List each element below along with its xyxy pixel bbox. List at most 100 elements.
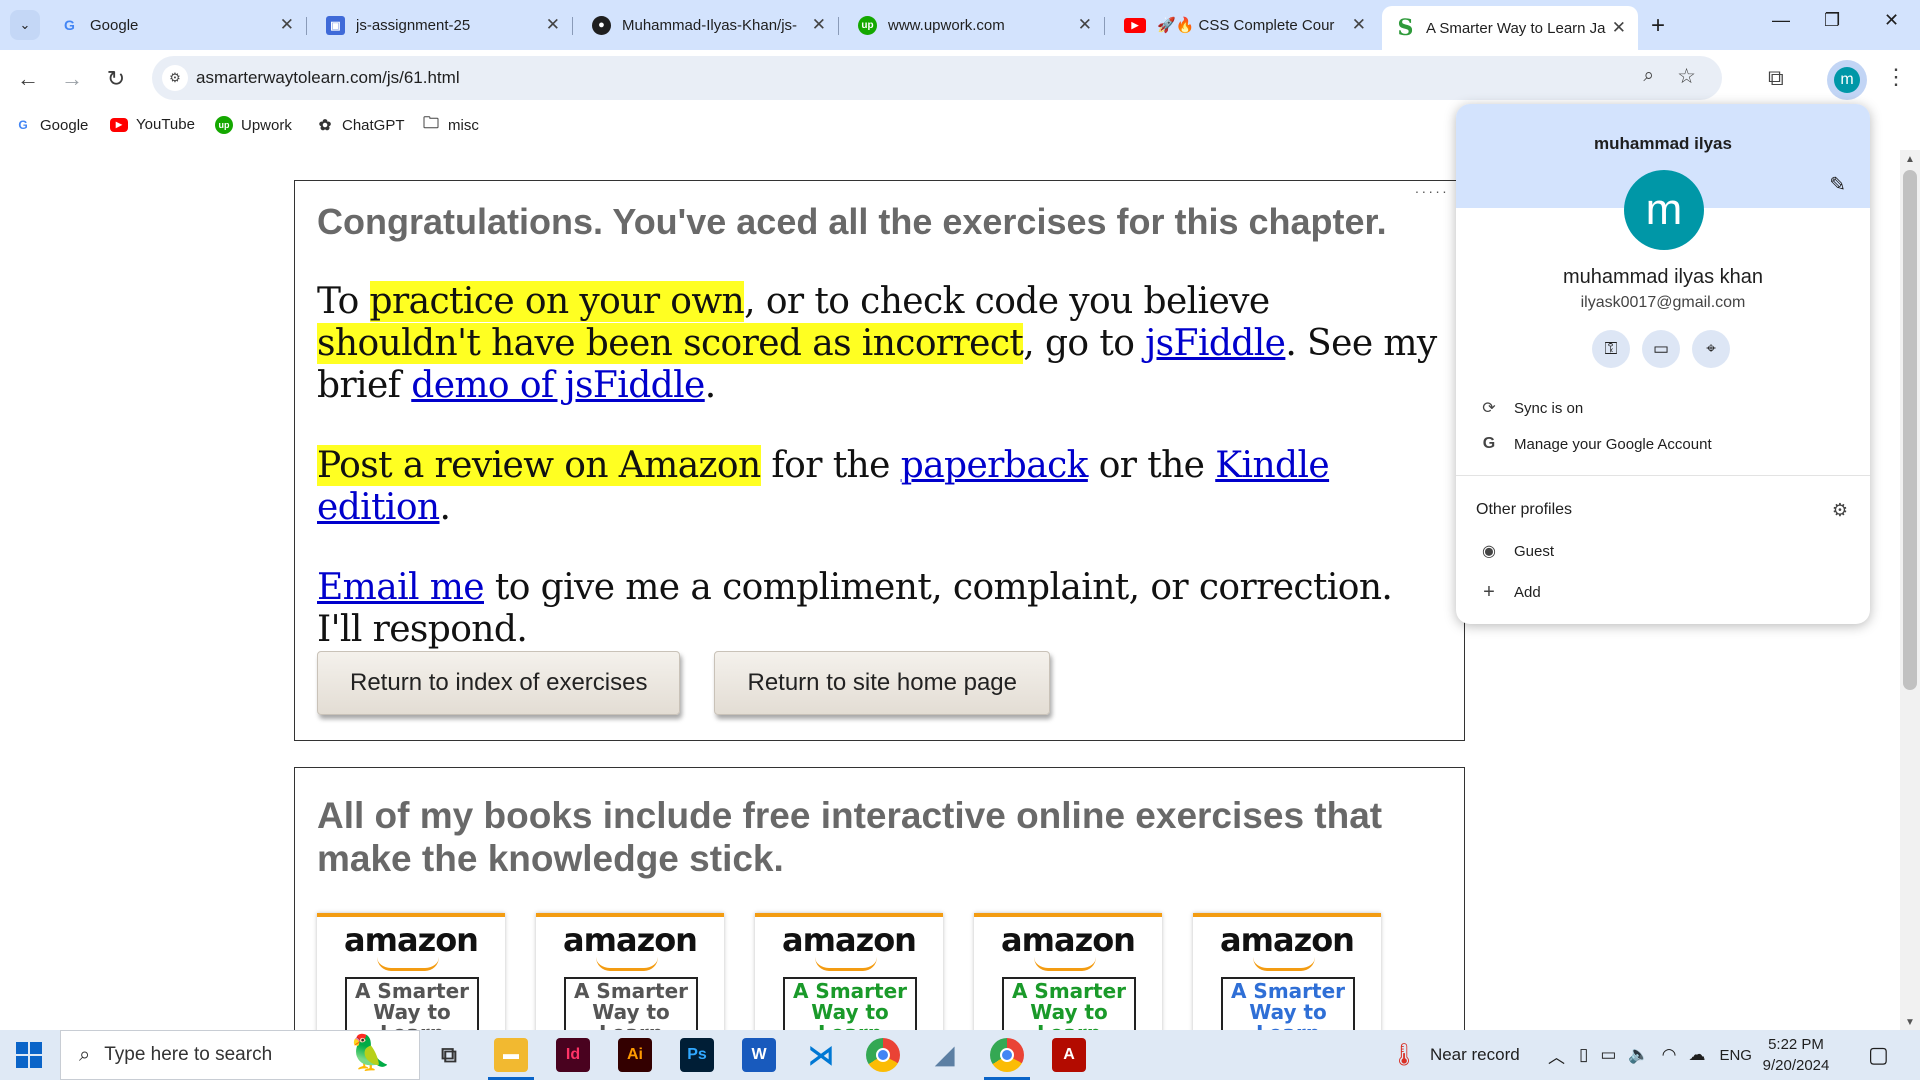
- clock[interactable]: 5:22 PM 9/20/2024: [1752, 1034, 1840, 1076]
- upwork-icon: up: [215, 116, 233, 134]
- book-card[interactable]: amazon A Smarter Way to Learn: [1193, 913, 1381, 1030]
- clock-date: 9/20/2024: [1762, 1057, 1830, 1074]
- sync-status-item[interactable]: ⟳ Sync is on: [1478, 398, 1583, 418]
- notification-icon[interactable]: ▢: [1868, 1030, 1889, 1080]
- taskbar-search[interactable]: ⌕ Type here to search 🦜: [60, 1030, 420, 1080]
- bookmark-folder-misc[interactable]: 🗀 misc: [422, 115, 479, 134]
- manage-account-item[interactable]: G Manage your Google Account: [1478, 435, 1712, 453]
- url-text[interactable]: asmarterwaytolearn.com/js/61.html: [196, 68, 460, 88]
- close-icon[interactable]: ✕: [280, 15, 294, 35]
- site-info-icon[interactable]: ⚙: [162, 65, 188, 91]
- jsfiddle-link[interactable]: jsFiddle: [1145, 323, 1286, 364]
- text: .: [439, 487, 451, 528]
- close-icon[interactable]: ✕: [1612, 18, 1626, 38]
- extensions-icon[interactable]: ⧉: [1768, 65, 1784, 91]
- text: To: [317, 281, 370, 322]
- guest-label: Guest: [1514, 542, 1555, 560]
- file-explorer-icon[interactable]: ▬: [488, 1038, 534, 1080]
- book-cover-title: A Smarter Way to Learn: [1221, 977, 1355, 1030]
- book-card[interactable]: amazon A Smarter Way to Learn: [755, 913, 943, 1030]
- bookmark-google[interactable]: G Google: [14, 116, 88, 134]
- book-card[interactable]: amazon A Smarter Way to Learn: [536, 913, 724, 1030]
- wifi-icon[interactable]: ◠: [1662, 1045, 1677, 1065]
- bookmark-star-icon[interactable]: ☆: [1677, 64, 1696, 89]
- language-indicator[interactable]: ENG: [1719, 1047, 1752, 1064]
- illustrator-icon[interactable]: Ai: [618, 1038, 652, 1072]
- bookmark-chatgpt[interactable]: ✿ ChatGPT: [316, 116, 405, 135]
- reload-icon[interactable]: ↻: [100, 63, 132, 95]
- vscode-icon[interactable]: ⋊: [804, 1038, 838, 1072]
- amazon-logo: amazon: [782, 921, 917, 959]
- add-profile-item[interactable]: + Add: [1478, 581, 1541, 604]
- tab-title: js-assignment-25: [356, 16, 471, 34]
- paperback-link[interactable]: paperback: [901, 445, 1089, 486]
- scroll-down-icon[interactable]: ▼: [1905, 1017, 1915, 1028]
- book-card[interactable]: amazon A Smarter Way to Learn: [974, 913, 1162, 1030]
- tab-title: Google: [90, 16, 139, 34]
- acrobat-icon[interactable]: A: [1052, 1038, 1086, 1072]
- forward-icon[interactable]: →: [56, 63, 88, 95]
- close-icon[interactable]: ✕: [1352, 15, 1366, 35]
- tab-smarter-way[interactable]: S A Smarter Way to Learn Ja ✕: [1382, 6, 1638, 50]
- restore-icon[interactable]: ❐: [1824, 10, 1840, 31]
- new-tab-button[interactable]: +: [1651, 12, 1665, 40]
- tab-js-assignment[interactable]: ▣ js-assignment-25 ✕: [312, 8, 573, 42]
- chrome-active-icon[interactable]: [984, 1038, 1030, 1080]
- task-view-icon[interactable]: ⧉: [432, 1038, 466, 1072]
- toolbar: ← → ↻ ⚙ asmarterwaytolearn.com/js/61.htm…: [0, 50, 1920, 108]
- tab-search-button[interactable]: ⌄: [10, 10, 40, 40]
- bookmark-label: ChatGPT: [342, 116, 405, 134]
- chevron-down-icon: ⌄: [19, 17, 31, 32]
- return-index-button[interactable]: Return to index of exercises: [317, 651, 681, 715]
- tab-title: A Smarter Way to Learn Ja: [1426, 19, 1606, 37]
- word-icon[interactable]: W: [742, 1038, 776, 1072]
- highlighted-text: Post a review on Amazon: [317, 445, 761, 486]
- plus-icon: +: [1483, 581, 1495, 603]
- tab-upwork[interactable]: up www.upwork.com ✕: [844, 8, 1105, 42]
- profile-button[interactable]: m: [1827, 60, 1867, 100]
- search-placeholder: Type here to search: [104, 1044, 273, 1065]
- guest-profile-item[interactable]: ◉ Guest: [1478, 541, 1554, 561]
- app-icon[interactable]: ◢: [928, 1038, 962, 1072]
- gear-icon[interactable]: ⚙: [1832, 500, 1848, 521]
- chevron-up-icon[interactable]: ︿: [1548, 1043, 1565, 1068]
- book-list: amazon A Smarter Way to Learn amazon A S…: [317, 913, 1381, 1030]
- close-icon[interactable]: ✕: [812, 15, 826, 35]
- battery-icon[interactable]: ▭: [1600, 1045, 1616, 1065]
- location-pin-icon[interactable]: ⌖: [1692, 330, 1730, 368]
- payment-card-icon[interactable]: ▭: [1642, 330, 1680, 368]
- cloud-icon[interactable]: ☁: [1688, 1045, 1705, 1065]
- scroll-thumb[interactable]: [1903, 170, 1917, 690]
- drag-handle-dots: .....: [1415, 180, 1450, 196]
- minimize-icon[interactable]: —: [1772, 10, 1790, 31]
- bookmark-upwork[interactable]: up Upwork: [215, 116, 292, 134]
- tab-github[interactable]: ● Muhammad-Ilyas-Khan/js- ✕: [578, 8, 839, 42]
- tab-google[interactable]: G Google ✕: [46, 8, 307, 42]
- tab-youtube-css[interactable]: ▶ 🚀🔥 CSS Complete Cour ✕: [1110, 8, 1378, 42]
- pencil-icon[interactable]: ✎: [1829, 172, 1846, 197]
- address-bar[interactable]: ⚙ asmarterwaytolearn.com/js/61.html ⌕ ☆: [152, 56, 1722, 100]
- device-icon[interactable]: ▯: [1579, 1045, 1588, 1065]
- zoom-icon[interactable]: ⌕: [1643, 65, 1654, 87]
- avatar: m: [1834, 67, 1860, 93]
- return-home-button[interactable]: Return to site home page: [714, 651, 1050, 715]
- bookmark-youtube[interactable]: ▶ YouTube: [110, 116, 195, 133]
- close-icon[interactable]: ✕: [1078, 15, 1092, 35]
- jsfiddle-demo-link[interactable]: demo of jsFiddle: [411, 365, 705, 406]
- kebab-menu-icon[interactable]: ⋮: [1885, 64, 1907, 90]
- weather-widget[interactable]: 🌡 Near record: [1390, 1030, 1520, 1080]
- windows-start-icon[interactable]: [16, 1042, 42, 1068]
- password-key-icon[interactable]: ⚿: [1592, 330, 1630, 368]
- photoshop-icon[interactable]: Ps: [680, 1038, 714, 1072]
- window-close-icon[interactable]: ✕: [1884, 10, 1899, 31]
- book-card[interactable]: amazon A Smarter Way to Learn: [317, 913, 505, 1030]
- back-icon[interactable]: ←: [12, 63, 44, 95]
- scroll-up-icon[interactable]: ▲: [1905, 154, 1915, 165]
- indesign-icon[interactable]: Id: [556, 1038, 590, 1072]
- email-link[interactable]: Email me: [317, 567, 485, 608]
- chrome-icon[interactable]: [866, 1038, 900, 1072]
- google-icon: G: [18, 118, 28, 132]
- close-icon[interactable]: ✕: [546, 15, 560, 35]
- volume-icon[interactable]: 🔈: [1628, 1045, 1649, 1065]
- vertical-scrollbar[interactable]: ▲ ▼: [1900, 150, 1920, 1030]
